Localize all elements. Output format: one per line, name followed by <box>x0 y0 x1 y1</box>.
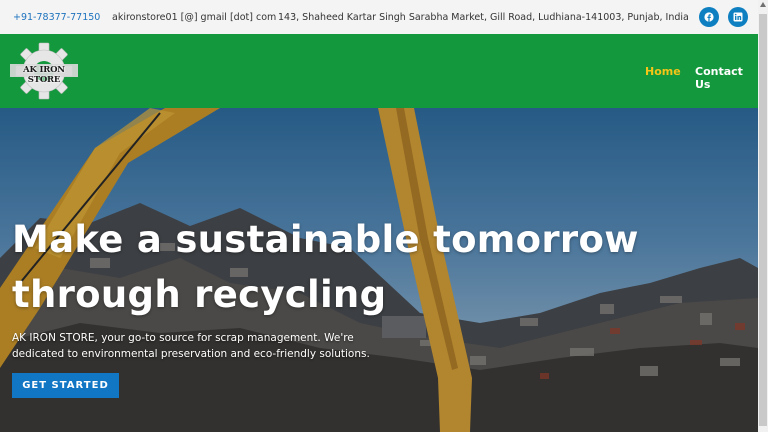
hero-description: AK IRON STORE, your go-to source for scr… <box>12 332 370 360</box>
linkedin-button[interactable] <box>728 7 748 27</box>
hero-section: Make a sustainable tomorrow through recy… <box>0 108 758 432</box>
nav-home[interactable]: Home <box>645 65 681 78</box>
nav-contact-us[interactable]: Contact Us <box>695 65 758 91</box>
facebook-icon <box>704 12 714 22</box>
linkedin-icon <box>733 12 743 22</box>
address-text: 143, Shaheed Kartar Singh Sarabha Market… <box>278 11 689 23</box>
email-text: akironstore01 [@] gmail [dot] com <box>112 11 277 23</box>
top-info-bar: +91-78377-77150 akironstore01 [@] gmail … <box>0 0 758 34</box>
site-header: AK IRON STORE Home Contact Us <box>0 34 758 108</box>
phone-link[interactable]: +91-78377-77150 <box>13 12 100 23</box>
get-started-button[interactable]: GET STARTED <box>12 373 119 398</box>
hero-title: Make a sustainable tomorrow through recy… <box>12 218 639 316</box>
site-logo[interactable]: AK IRON STORE <box>8 42 80 100</box>
scroll-thumb[interactable] <box>759 14 767 426</box>
page-scrollbar[interactable] <box>758 0 768 432</box>
facebook-button[interactable] <box>699 7 719 27</box>
scroll-up-arrow-icon[interactable] <box>760 2 766 7</box>
logo-text: AK IRON STORE <box>23 65 65 85</box>
